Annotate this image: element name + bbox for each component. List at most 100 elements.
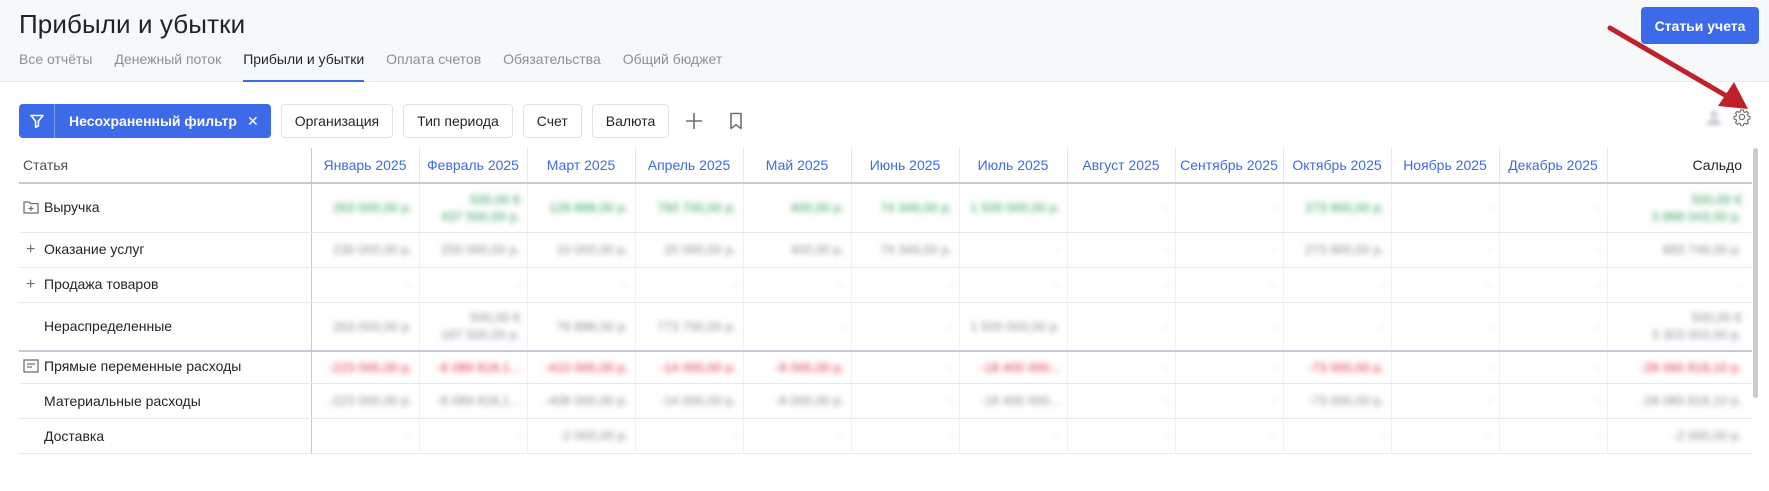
value-cell[interactable]: - <box>1175 383 1284 419</box>
value-cell[interactable]: - <box>311 418 420 454</box>
value-cell[interactable]: - <box>1067 232 1176 268</box>
value-cell[interactable]: -8 000,00 р. <box>743 383 852 419</box>
value-cell[interactable]: 129 888,00 р. <box>527 183 636 233</box>
tab-general-budget[interactable]: Общий бюджет <box>623 50 722 82</box>
expand-plus-icon[interactable]: + <box>26 241 44 259</box>
column-header-month[interactable]: Январь 2025 <box>311 148 420 184</box>
row-label-cell[interactable]: + Продажа товаров <box>19 267 312 303</box>
row-label-cell[interactable]: + Оказание услуг <box>19 232 312 268</box>
value-cell[interactable]: - <box>959 267 1068 303</box>
value-cell[interactable]: - <box>1283 302 1392 352</box>
value-cell[interactable]: 500,00 €187 500,00 р. <box>419 302 528 352</box>
value-cell[interactable]: - <box>1391 351 1500 384</box>
value-cell[interactable]: - <box>851 267 960 303</box>
value-cell[interactable]: - <box>851 383 960 419</box>
value-cell[interactable]: - <box>1283 418 1392 454</box>
value-cell[interactable]: - <box>1607 267 1752 303</box>
value-cell[interactable]: - <box>1067 418 1176 454</box>
value-cell[interactable]: - <box>743 418 852 454</box>
column-header-item[interactable]: Статья <box>19 148 312 184</box>
value-cell[interactable]: -8 089 818,1... <box>419 351 528 384</box>
value-cell[interactable]: -8 089 818,1... <box>419 383 528 419</box>
value-cell[interactable]: - <box>1283 267 1392 303</box>
column-header-balance[interactable]: Сальдо <box>1607 148 1752 184</box>
vertical-scrollbar[interactable] <box>1753 148 1758 398</box>
value-cell[interactable]: - <box>1499 267 1608 303</box>
value-cell[interactable]: 793 700,00 р. <box>635 183 744 233</box>
value-cell[interactable]: - <box>419 418 528 454</box>
close-icon[interactable]: ✕ <box>243 113 271 130</box>
table-row[interactable]: Выручка 263 000,00 р. 500,00 €437 500,00 р… <box>19 183 1752 233</box>
value-cell[interactable]: -14 000,00 р. <box>635 383 744 419</box>
period-type-filter-button[interactable]: Тип периода <box>403 104 513 138</box>
value-cell[interactable]: - <box>1067 267 1176 303</box>
tab-all-reports[interactable]: Все отчёты <box>19 50 92 82</box>
value-cell[interactable]: - <box>1391 183 1500 233</box>
expand-plus-icon[interactable]: + <box>26 276 44 294</box>
table-row[interactable]: Материальные расходы -223 000,00 р. -8 089… <box>19 383 1752 419</box>
value-cell[interactable]: 500,00 €437 500,00 р. <box>419 183 528 233</box>
value-cell[interactable]: - <box>1499 232 1608 268</box>
plus-icon[interactable] <box>677 104 711 138</box>
value-cell[interactable]: -8 000,00 р. <box>743 351 852 384</box>
value-cell[interactable]: - <box>1175 351 1284 384</box>
value-cell[interactable]: -18 400 000... <box>959 351 1068 384</box>
value-cell[interactable]: - <box>635 418 744 454</box>
value-cell[interactable]: -408 000,00 р. <box>527 383 636 419</box>
value-cell[interactable]: 500,00 €3 888 043,00 р. <box>1607 183 1752 233</box>
value-cell[interactable]: - <box>1175 302 1284 352</box>
value-cell[interactable]: 230 000,00 р. <box>311 232 420 268</box>
value-cell[interactable]: - <box>527 267 636 303</box>
column-header-month[interactable]: Май 2025 <box>743 148 852 184</box>
column-header-month[interactable]: Июнь 2025 <box>851 148 960 184</box>
tab-liabilities[interactable]: Обязательства <box>503 50 601 82</box>
column-header-month[interactable]: Ноябрь 2025 <box>1391 148 1500 184</box>
value-cell[interactable]: -2 000,00 р. <box>527 418 636 454</box>
value-cell[interactable]: - <box>1067 183 1176 233</box>
value-cell[interactable]: - <box>959 232 1068 268</box>
value-cell[interactable]: - <box>1499 351 1608 384</box>
value-cell[interactable]: - <box>743 302 852 352</box>
funnel-icon[interactable] <box>19 104 55 138</box>
value-cell[interactable]: -410 000,00 р. <box>527 351 636 384</box>
value-cell[interactable]: -73 000,00 р. <box>1283 351 1392 384</box>
column-header-month[interactable]: Сентябрь 2025 <box>1175 148 1284 184</box>
value-cell[interactable]: -223 000,00 р. <box>311 351 420 384</box>
value-cell[interactable]: 400,00 р. <box>743 232 852 268</box>
value-cell[interactable]: - <box>959 418 1068 454</box>
value-cell[interactable]: - <box>1391 302 1500 352</box>
value-cell[interactable]: - <box>743 267 852 303</box>
value-cell[interactable]: -73 000,00 р. <box>1283 383 1392 419</box>
value-cell[interactable]: - <box>1067 383 1176 419</box>
column-header-month[interactable]: Апрель 2025 <box>635 148 744 184</box>
value-cell[interactable]: - <box>1067 302 1176 352</box>
organization-filter-button[interactable]: Организация <box>280 104 394 138</box>
value-cell[interactable]: 883 749,00 р. <box>1607 232 1752 268</box>
table-row[interactable]: + Продажа товаров - - - - - - - - - - - - - <box>19 267 1752 303</box>
value-cell[interactable]: - <box>1391 383 1500 419</box>
value-cell[interactable]: 250 000,00 р. <box>419 232 528 268</box>
value-cell[interactable]: - <box>851 351 960 384</box>
value-cell[interactable]: -28 060 818,10 р. <box>1607 351 1752 384</box>
value-cell[interactable]: - <box>1391 418 1500 454</box>
value-cell[interactable]: -223 000,00 р. <box>311 383 420 419</box>
value-cell[interactable]: - <box>1391 267 1500 303</box>
row-label-cell[interactable]: Выручка <box>19 183 312 233</box>
tab-bill-payment[interactable]: Оплата счетов <box>386 50 481 82</box>
table-row[interactable]: + Оказание услуг 230 000,00 р. 250 000,00 р… <box>19 232 1752 268</box>
value-cell[interactable]: - <box>851 418 960 454</box>
column-header-month[interactable]: Декабрь 2025 <box>1499 148 1608 184</box>
value-cell[interactable]: - <box>1175 418 1284 454</box>
value-cell[interactable]: -14 000,00 р. <box>635 351 744 384</box>
value-cell[interactable]: 74 349,00 р. <box>851 183 960 233</box>
column-header-month[interactable]: Октябрь 2025 <box>1283 148 1392 184</box>
value-cell[interactable]: 500,00 €3 303 003,00 р. <box>1607 302 1752 352</box>
value-cell[interactable]: - <box>635 267 744 303</box>
table-row[interactable]: Нераспределенные 263 000,00 р. 500,00 €187… <box>19 302 1752 352</box>
value-cell[interactable]: - <box>1391 232 1500 268</box>
value-cell[interactable]: 79 888,00 р. <box>527 302 636 352</box>
value-cell[interactable]: - <box>851 302 960 352</box>
value-cell[interactable]: - <box>1499 418 1608 454</box>
value-cell[interactable]: -18 400 000... <box>959 383 1068 419</box>
column-header-month[interactable]: Август 2025 <box>1067 148 1176 184</box>
